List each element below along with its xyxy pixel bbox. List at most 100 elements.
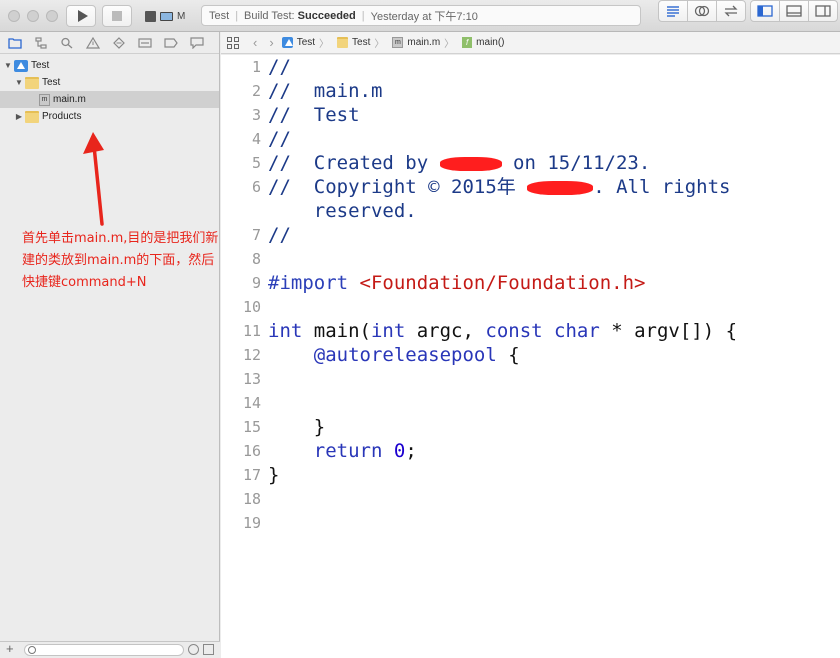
breadcrumb-group[interactable]: Test 〉 <box>337 35 384 50</box>
code-line: 8 <box>252 247 833 271</box>
code-line: 15 } <box>243 415 833 439</box>
line-number: 11 <box>242 322 261 340</box>
breadcrumb-label: Test <box>352 37 371 48</box>
forward-chevron-icon[interactable]: › <box>269 35 273 50</box>
right-panel-icon <box>815 5 831 17</box>
breadcrumb-function[interactable]: f main() <box>462 37 505 48</box>
code-text: * argv[]) { <box>599 320 738 342</box>
objc-file-icon: m <box>392 37 404 48</box>
tree-item-label: main.m <box>53 94 86 105</box>
navigator-tabs <box>0 32 219 54</box>
scheme-selector[interactable]: M <box>142 5 194 27</box>
jump-bar: ‹ › Test 〉 Test 〉 m main.m 〉 f main() <box>221 32 840 54</box>
project-navigator: ▼ Test ▼ Test m main.m ▶ Products 首先单击ma… <box>0 32 220 658</box>
line-number: 6 <box>251 178 261 196</box>
version-editor-button[interactable] <box>716 0 746 22</box>
preprocessor-directive: #import <box>268 272 349 294</box>
stop-icon <box>112 11 122 21</box>
recent-files-icon[interactable] <box>188 644 199 655</box>
keyword: int <box>268 320 303 342</box>
folder-icon <box>25 110 39 123</box>
line-number: 12 <box>242 346 261 364</box>
tree-item-file-selected[interactable]: m main.m <box>0 91 219 108</box>
standard-editor-button[interactable] <box>658 0 688 22</box>
line-number: 2 <box>251 82 261 100</box>
line-number: 8 <box>251 250 261 268</box>
keyword: int <box>370 320 406 342</box>
code-area[interactable]: 1 // 2 // main.m 3 // Test 4 // 5 // Created … <box>243 55 833 535</box>
folder-icon <box>8 37 22 49</box>
comment-text: on 15/11/23. <box>501 152 651 174</box>
line-number: 18 <box>242 490 261 508</box>
line-number: 5 <box>251 154 261 172</box>
comment-text: // main.m <box>268 80 383 102</box>
disclosure-expanded-icon[interactable]: ▼ <box>3 61 13 70</box>
close-window-button[interactable] <box>8 10 20 22</box>
window-toolbar: M Test | Build Test: Succeeded | Yesterd… <box>0 0 840 32</box>
symbol-navigator-tab[interactable] <box>33 36 49 50</box>
code-line: 13 <box>243 367 833 391</box>
run-button[interactable] <box>66 5 96 27</box>
annotation-text: 首先单击main.m,目的是把我们新建的类放到main.m的下面，然后快捷键co… <box>22 231 219 290</box>
issue-navigator-tab[interactable] <box>85 36 101 50</box>
status-build-prefix: Build Test: <box>244 9 295 22</box>
source-control-filter-icon[interactable] <box>203 644 214 655</box>
minimize-window-button[interactable] <box>27 10 39 22</box>
tree-item-group[interactable]: ▶ Products <box>0 108 219 125</box>
annotation-arrow <box>83 132 104 226</box>
breadcrumb-file[interactable]: m main.m 〉 <box>392 35 454 50</box>
code-line: 12 @autoreleasepool { <box>243 343 833 367</box>
back-chevron-icon[interactable]: ‹ <box>253 35 257 50</box>
line-number: 14 <box>242 394 261 412</box>
scheme-label: M <box>177 10 186 22</box>
find-navigator-tab[interactable] <box>59 36 75 50</box>
source-editor[interactable]: 1 // 2 // main.m 3 // Test 4 // 5 // Created … <box>221 55 840 658</box>
toggle-debug-area-button[interactable] <box>779 0 809 22</box>
code-line: 17} <box>243 463 833 487</box>
code-line: 7 // <box>252 223 833 247</box>
code-text: argc, <box>405 320 486 342</box>
code-line: 3 // Test <box>252 103 833 127</box>
tree-item-group[interactable]: ▼ Test <box>0 74 219 91</box>
toggle-navigator-button[interactable] <box>750 0 780 22</box>
project-navigator-tab[interactable] <box>7 36 23 50</box>
breakpoint-navigator-tab[interactable] <box>163 36 179 50</box>
breakpoint-icon <box>164 37 178 48</box>
filter-input[interactable] <box>24 644 184 656</box>
status-time: Yesterday at 下午7:10 <box>370 10 478 23</box>
debug-navigator-tab[interactable] <box>137 36 153 50</box>
import-path: <Foundation/Foundation.h> <box>348 272 646 294</box>
breadcrumb-separator: 〉 <box>319 39 330 50</box>
comment-text: reserved. <box>268 200 417 222</box>
xcode-project-icon <box>14 59 28 72</box>
code-line: 5 // Created by on 15/11/23. <box>252 151 833 175</box>
tree-item-label: Test <box>31 60 50 71</box>
code-line: 6 // Copyright © 2015年 . All rights reser… <box>252 175 833 223</box>
stop-button[interactable] <box>102 5 132 27</box>
code-line: 10 <box>243 295 833 319</box>
activity-status-bar: Test | Build Test: Succeeded | Yesterday… <box>201 5 641 26</box>
tree-item-project[interactable]: ▼ Test <box>0 57 219 74</box>
keyword: char <box>554 320 600 342</box>
comment-text: // Created by <box>268 152 440 174</box>
disclosure-expanded-icon[interactable]: ▼ <box>14 78 24 87</box>
toggle-utilities-button[interactable] <box>808 0 838 22</box>
comment-text: . All rights <box>593 176 731 198</box>
related-items-grid-icon[interactable] <box>227 36 239 49</box>
test-navigator-tab[interactable] <box>111 36 127 50</box>
diamond-icon <box>113 36 125 49</box>
status-separator: | <box>361 9 365 22</box>
folder-icon <box>337 37 349 48</box>
zoom-window-button[interactable] <box>46 10 58 22</box>
line-number: 7 <box>251 226 261 244</box>
report-navigator-tab[interactable] <box>189 36 205 50</box>
line-number: 10 <box>242 298 261 316</box>
add-file-button[interactable]: + <box>6 641 14 656</box>
assistant-editor-button[interactable] <box>687 0 717 22</box>
disclosure-collapsed-icon[interactable]: ▶ <box>14 112 24 121</box>
breadcrumb-project[interactable]: Test 〉 <box>281 35 330 50</box>
comment-text: // Test <box>268 104 360 126</box>
